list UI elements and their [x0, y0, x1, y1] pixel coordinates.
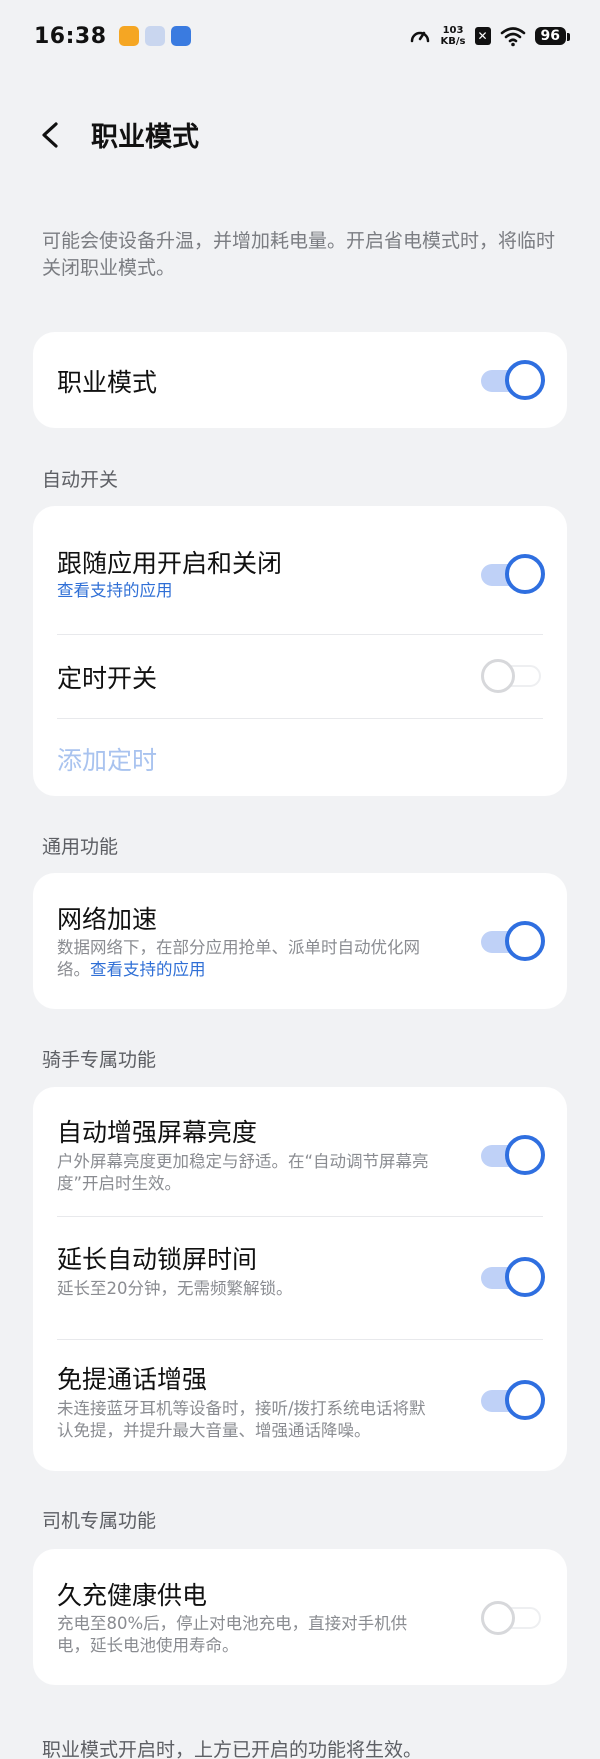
- network-accel-desc: 数据网络下，在部分应用抢单、派单时自动优化网络。查看支持的应用: [57, 937, 437, 981]
- network-accel-supported-apps-link[interactable]: 查看支持的应用: [90, 960, 206, 979]
- healthy-charging-desc: 充电至80%后，停止对电池充电，直接对手机供电，延长电池使用寿命。: [57, 1614, 408, 1655]
- notification-icons: [118, 26, 191, 46]
- lock-time-row[interactable]: 延长自动锁屏时间 延长至20分钟，无需频繁解锁。: [33, 1217, 567, 1339]
- app-notification-icon: [118, 26, 139, 46]
- switch-knob: [481, 659, 515, 693]
- page-header: 职业模式: [0, 100, 600, 168]
- healthy-charging-title: 久充健康供电: [57, 1581, 208, 1610]
- timer-title: 定时开关: [57, 664, 158, 693]
- follow-app-title: 跟随应用开启和关闭: [57, 549, 283, 578]
- switch-knob: [505, 921, 545, 961]
- battery-level: 96: [534, 27, 571, 45]
- footer-note: 职业模式开启时，上方已开启的功能将生效。: [42, 1739, 423, 1759]
- handsfree-switch[interactable]: [481, 1380, 545, 1420]
- add-timer-row[interactable]: 添加定时: [33, 719, 567, 796]
- network-accel-title: 网络加速: [57, 905, 158, 934]
- follow-app-switch[interactable]: [481, 554, 545, 594]
- lock-time-switch[interactable]: [481, 1257, 545, 1297]
- handsfree-desc: 未连接蓝牙耳机等设备时，接听/拨打系统电话将默认免提，并提升最大音量、增强通话降…: [57, 1399, 426, 1440]
- status-bar: 16:38 103 KB/s ✕ 96: [0, 0, 600, 72]
- main-toggle-switch[interactable]: [481, 360, 545, 400]
- network-accel-row[interactable]: 网络加速 数据网络下，在部分应用抢单、派单时自动优化网络。查看支持的应用: [33, 873, 567, 1009]
- follow-app-row[interactable]: 跟随应用开启和关闭 查看支持的应用: [33, 506, 567, 634]
- brightness-desc: 户外屏幕亮度更加稳定与舒适。在“自动调节屏幕亮度”开启时生效。: [57, 1152, 429, 1193]
- network-speed-unit: KB/s: [440, 36, 466, 47]
- switch-knob: [505, 360, 545, 400]
- intro-description: 可能会使设备升温，并增加耗电量。开启省电模式时，将临时关闭职业模式。: [42, 230, 556, 279]
- network-speed-value: 103: [442, 25, 464, 36]
- switch-knob: [481, 1601, 515, 1635]
- section-label-general: 通用功能: [42, 836, 119, 858]
- handsfree-title: 免提通话增强: [57, 1365, 208, 1394]
- brightness-row[interactable]: 自动增强屏幕亮度 户外屏幕亮度更加稳定与舒适。在“自动调节屏幕亮度”开启时生效。: [33, 1087, 567, 1216]
- status-right: 103 KB/s ✕ 96: [408, 24, 571, 48]
- timer-switch[interactable]: [481, 655, 545, 695]
- section-label-driver: 司机专属功能: [42, 1510, 157, 1532]
- main-toggle-label: 职业模式: [57, 368, 158, 397]
- rider-card: 自动增强屏幕亮度 户外屏幕亮度更加稳定与舒适。在“自动调节屏幕亮度”开启时生效。…: [33, 1087, 567, 1471]
- handsfree-row[interactable]: 免提通话增强 未连接蓝牙耳机等设备时，接听/拨打系统电话将默认免提，并提升最大音…: [33, 1340, 567, 1471]
- driver-card: 久充健康供电 充电至80%后，停止对电池充电，直接对手机供电，延长电池使用寿命。: [33, 1549, 567, 1685]
- map-notification-icon: [170, 26, 191, 46]
- switch-knob: [505, 1135, 545, 1175]
- healthy-charging-switch[interactable]: [481, 1597, 545, 1637]
- close-box-icon: ✕: [474, 27, 491, 45]
- page-title: 职业模式: [91, 121, 199, 153]
- speedometer-icon: [410, 31, 429, 43]
- wifi-icon: [500, 27, 525, 47]
- timer-row[interactable]: 定时开关: [33, 635, 567, 717]
- brightness-title: 自动增强屏幕亮度: [57, 1118, 258, 1147]
- main-toggle-card: 职业模式: [33, 332, 567, 428]
- follow-app-supported-apps-link[interactable]: 查看支持的应用: [57, 580, 437, 602]
- switch-knob: [505, 554, 545, 594]
- switch-knob: [505, 1380, 545, 1420]
- back-arrow-icon[interactable]: [38, 120, 62, 150]
- status-time: 16:38: [34, 23, 107, 49]
- auto-switch-card: 跟随应用开启和关闭 查看支持的应用 定时开关 添加定时: [33, 506, 567, 796]
- general-card: 网络加速 数据网络下，在部分应用抢单、派单时自动优化网络。查看支持的应用: [33, 873, 567, 1009]
- network-accel-switch[interactable]: [481, 921, 545, 961]
- network-speed: 103 KB/s: [441, 25, 466, 47]
- section-label-auto-switch: 自动开关: [42, 469, 119, 491]
- gallery-notification-icon: [144, 26, 165, 46]
- brightness-switch[interactable]: [481, 1135, 545, 1175]
- main-toggle-row[interactable]: 职业模式: [33, 332, 567, 428]
- lock-time-desc: 延长至20分钟，无需频繁解锁。: [57, 1279, 293, 1298]
- switch-knob: [505, 1257, 545, 1297]
- add-timer-label: 添加定时: [57, 746, 158, 775]
- healthy-charging-row[interactable]: 久充健康供电 充电至80%后，停止对电池充电，直接对手机供电，延长电池使用寿命。: [33, 1549, 567, 1685]
- lock-time-title: 延长自动锁屏时间: [57, 1245, 258, 1274]
- section-label-rider: 骑手专属功能: [42, 1049, 157, 1071]
